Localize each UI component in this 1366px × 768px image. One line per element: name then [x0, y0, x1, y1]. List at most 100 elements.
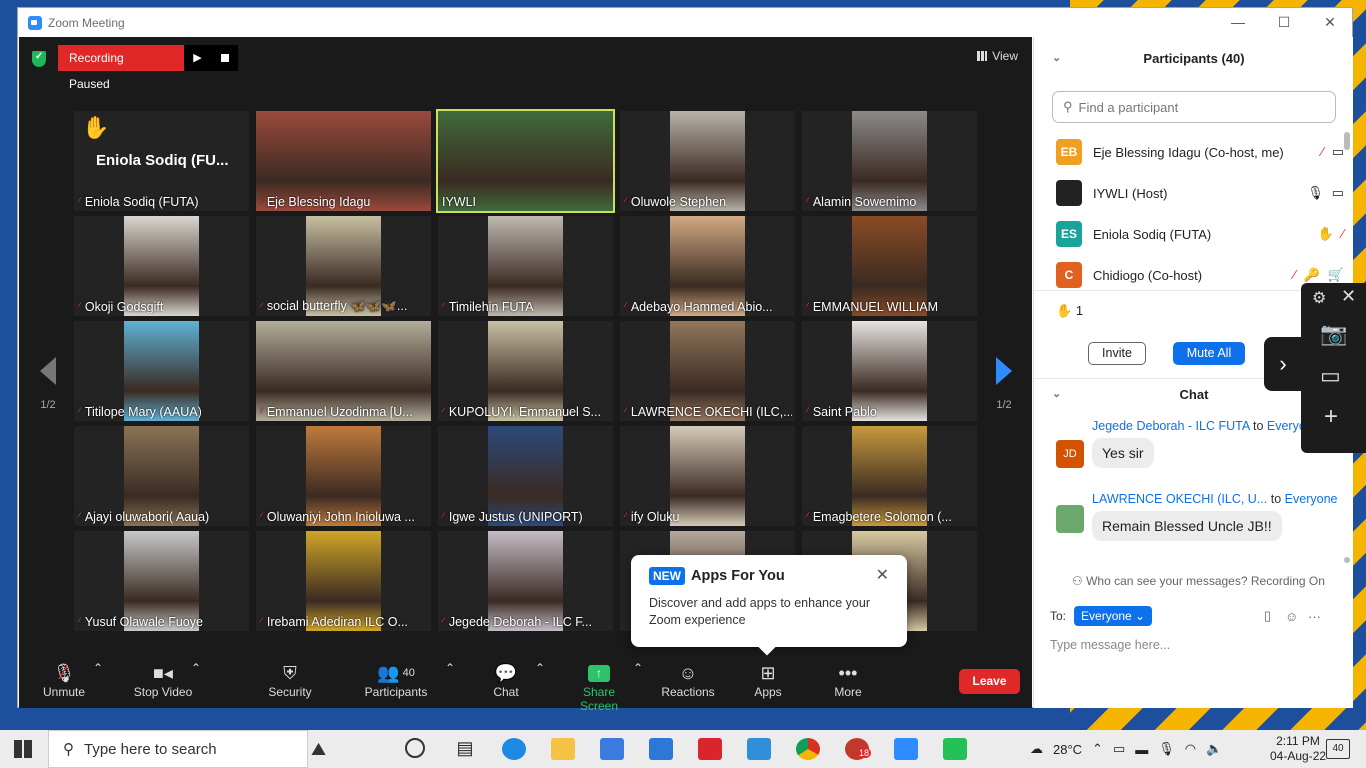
- video-tile[interactable]: ⁄ Igwe Justus (UNIPORT): [438, 426, 613, 526]
- video-tile[interactable]: ⁄ Yusuf Olawale Fuoye: [74, 531, 249, 631]
- muted-mic-icon[interactable]: ⁄: [1322, 144, 1324, 160]
- show-hidden-icons[interactable]: ⌃: [1092, 741, 1103, 757]
- edge-browser-icon[interactable]: [502, 738, 526, 760]
- video-tile[interactable]: ⁄ Oluwaniyi John Inioluwa ...: [256, 426, 431, 526]
- close-icon[interactable]: ✕: [1341, 286, 1356, 307]
- video-tile[interactable]: ⁄ Adebayo Hammed Abio...: [620, 216, 795, 316]
- next-page-button[interactable]: 1/2: [987, 357, 1021, 411]
- audio-options-caret[interactable]: ⌃: [93, 661, 103, 675]
- video-tile[interactable]: ⁄ Ajayi oluwabori( Aaua): [74, 426, 249, 526]
- minimize-button[interactable]: —: [1215, 8, 1261, 37]
- camera-icon[interactable]: 📷: [1320, 321, 1347, 347]
- temperature[interactable]: 28°C: [1053, 742, 1082, 757]
- share-options-caret[interactable]: ⌃: [633, 661, 643, 675]
- share-screen-button[interactable]: ↑ Share Screen: [563, 661, 635, 713]
- meet-now-icon[interactable]: ▭: [1113, 741, 1125, 757]
- video-options-caret[interactable]: ⌃: [191, 661, 201, 675]
- chrome-icon[interactable]: [796, 738, 820, 760]
- cart-icon[interactable]: 🛒: [1328, 267, 1344, 283]
- windows-start-icon[interactable]: [14, 740, 32, 758]
- video-tile[interactable]: ⁄ Emmanuel Uzodinma [U...: [256, 321, 431, 421]
- video-tile[interactable]: ⁄ ify Oluku: [620, 426, 795, 526]
- video-tile[interactable]: ⁄ Titilope Mary (AAUA): [74, 321, 249, 421]
- resume-recording-button[interactable]: ▶: [184, 45, 211, 71]
- video-tile[interactable]: ⁄ Alamin Sowemimo: [802, 111, 977, 211]
- collapse-chat-icon[interactable]: ⌄: [1052, 387, 1061, 400]
- more-button[interactable]: ••• More: [833, 661, 863, 700]
- chat-button[interactable]: 💬 Chat: [489, 661, 523, 700]
- video-icon[interactable]: ▭: [1332, 144, 1344, 160]
- mail-icon[interactable]: [649, 738, 673, 760]
- invite-button[interactable]: Invite: [1088, 342, 1146, 365]
- chat-scrollbar[interactable]: [1344, 557, 1350, 563]
- mute-all-button[interactable]: Mute All: [1173, 342, 1245, 365]
- participants-options-caret[interactable]: ⌃: [445, 661, 455, 675]
- zoom-taskbar-icon[interactable]: [894, 738, 918, 760]
- video-tile[interactable]: ✋ Eniola Sodiq (FU... ⁄ Eniola Sodiq (FUTA): [74, 111, 249, 211]
- gear-icon[interactable]: ⚙: [1312, 288, 1326, 308]
- news-widget-icon[interactable]: ⛰: [311, 739, 326, 760]
- muted-mic-icon[interactable]: ⁄: [1293, 267, 1295, 283]
- collapse-participants-icon[interactable]: ⌄: [1052, 51, 1061, 64]
- leave-button[interactable]: Leave: [959, 669, 1020, 694]
- encryption-shield-icon[interactable]: [32, 51, 46, 67]
- microphone-tray-icon[interactable]: 🎙: [1158, 741, 1175, 757]
- message-sender[interactable]: LAWRENCE OKECHI (ILC, U...: [1092, 492, 1267, 506]
- previous-page-button[interactable]: 1/2: [31, 357, 65, 411]
- stop-video-button[interactable]: ■◂ Stop Video: [125, 661, 201, 700]
- video-tile[interactable]: ⁄ Okoji Godsgift: [74, 216, 249, 316]
- photos-app-icon[interactable]: [747, 738, 771, 760]
- participant-row[interactable]: EB Eje Blessing Idagu (Co-host, me) ⁄ ▭: [1056, 139, 1346, 165]
- video-tile[interactable]: ⁄ Timilehin FUTA: [438, 216, 613, 316]
- apps-button[interactable]: ⊞ Apps: [753, 661, 783, 700]
- security-button[interactable]: ⛨ Security: [265, 661, 315, 700]
- video-tile[interactable]: ⁄ Irebami Adediran ILC O...: [256, 531, 431, 631]
- video-tile[interactable]: ⁄ Jegede Deborah - ILC F...: [438, 531, 613, 631]
- video-tile[interactable]: ⁄ social butterfly 🦋🦋🦋...: [256, 216, 431, 316]
- key-icon[interactable]: 🔑: [1304, 267, 1320, 283]
- add-icon[interactable]: +: [1324, 403, 1338, 431]
- muted-mic-icon[interactable]: ⁄: [1342, 226, 1344, 242]
- participants-button[interactable]: 👥 40 Participants: [363, 661, 429, 700]
- recipient-dropdown[interactable]: Everyone ⌄: [1074, 606, 1153, 626]
- stop-recording-button[interactable]: [211, 45, 238, 71]
- video-tile[interactable]: ⁄ Oluwole Stephen: [620, 111, 795, 211]
- more-options-icon[interactable]: ···: [1308, 609, 1321, 624]
- emoji-icon[interactable]: ☺: [1285, 609, 1298, 624]
- whatsapp-icon[interactable]: [943, 738, 967, 760]
- file-icon[interactable]: ▯: [1264, 608, 1271, 624]
- video-tile[interactable]: ⁄ KUPOLUYI, Emmanuel S...: [438, 321, 613, 421]
- video-tile[interactable]: ⁄ EMMANUEL WILLIAM: [802, 216, 977, 316]
- reactions-button[interactable]: ☺ Reactions: [661, 661, 715, 700]
- taskbar-clock[interactable]: 2:11 PM 04-Aug-22: [1270, 734, 1326, 764]
- chat-message-input[interactable]: Type message here...: [1050, 638, 1170, 652]
- store-icon[interactable]: [600, 738, 624, 760]
- raised-hand-icon[interactable]: ✋: [1318, 226, 1334, 242]
- wifi-icon[interactable]: ◠: [1185, 741, 1196, 757]
- video-tile[interactable]: ⁄ LAWRENCE OKECHI (ILC,...: [620, 321, 795, 421]
- chat-options-caret[interactable]: ⌃: [535, 661, 545, 675]
- video-tile[interactable]: ⁄ Saint Pablo: [802, 321, 977, 421]
- view-button[interactable]: View: [977, 49, 1018, 63]
- close-window-button[interactable]: ✕: [1307, 8, 1353, 37]
- wps-office-icon[interactable]: [698, 738, 722, 760]
- participant-row[interactable]: IYWLI (Host) 🎙 ▭: [1056, 180, 1346, 206]
- find-participant-input[interactable]: ⚲ Find a participant: [1052, 91, 1336, 123]
- message-sender[interactable]: Jegede Deborah - ILC FUTA: [1092, 419, 1249, 433]
- video-icon[interactable]: ▭: [1332, 185, 1344, 201]
- task-view-icon[interactable]: ▤: [453, 738, 477, 760]
- app-with-badge-icon[interactable]: 18: [845, 738, 872, 760]
- battery-icon[interactable]: ▬: [1135, 742, 1148, 757]
- video-tile[interactable]: IYWLI: [436, 109, 615, 213]
- weather-cloud-icon[interactable]: ☁: [1030, 741, 1043, 757]
- popup-close-icon[interactable]: ✕: [876, 565, 889, 585]
- mic-icon[interactable]: 🎙: [1307, 185, 1324, 201]
- participant-row[interactable]: ES Eniola Sodiq (FUTA) ✋ ⁄: [1056, 221, 1346, 247]
- notification-center-icon[interactable]: 40: [1326, 739, 1350, 759]
- volume-icon[interactable]: 🔈: [1206, 741, 1222, 757]
- cortana-icon[interactable]: [405, 738, 425, 758]
- taskbar-search-box[interactable]: ⚲ Type here to search ⛰: [48, 730, 326, 768]
- unmute-button[interactable]: 🎙 ⁄ Unmute: [41, 661, 87, 700]
- video-record-icon[interactable]: ▭: [1320, 363, 1341, 389]
- file-explorer-icon[interactable]: [551, 738, 575, 760]
